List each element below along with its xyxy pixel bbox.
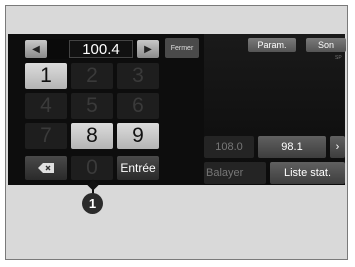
- frequency-bar: ◀ 100.4 ▶: [25, 39, 159, 59]
- callout-number: 1: [82, 193, 103, 214]
- preset-left[interactable]: 108.0: [204, 136, 254, 158]
- chevron-right-icon: ›: [335, 141, 340, 153]
- close-button[interactable]: Fermer: [165, 38, 199, 58]
- key-1[interactable]: 1: [25, 63, 67, 89]
- key-5[interactable]: 5: [71, 93, 113, 119]
- key-3[interactable]: 3: [117, 63, 159, 89]
- params-button[interactable]: Param.: [248, 38, 296, 52]
- preset-more-button[interactable]: ›: [330, 136, 345, 158]
- key-2[interactable]: 2: [71, 63, 113, 89]
- scan-button[interactable]: Balayer: [204, 162, 266, 184]
- key-4[interactable]: 4: [25, 93, 67, 119]
- key-8[interactable]: 8: [71, 123, 113, 149]
- enter-button[interactable]: Entrée: [117, 156, 159, 180]
- preset-middle[interactable]: 98.1: [258, 136, 326, 158]
- backspace-icon: [38, 163, 54, 173]
- right-triangle-icon: ▶: [144, 43, 152, 55]
- backspace-button[interactable]: [25, 156, 67, 180]
- key-0[interactable]: 0: [71, 156, 113, 180]
- tune-up-button[interactable]: ▶: [137, 40, 159, 58]
- sound-button[interactable]: Son: [306, 38, 346, 52]
- station-list-button[interactable]: Liste stat.: [270, 162, 345, 184]
- left-triangle-icon: ◀: [32, 43, 40, 55]
- frequency-display: 100.4: [69, 40, 133, 58]
- top-hint: SP: [335, 55, 342, 61]
- tune-down-button[interactable]: ◀: [25, 40, 47, 58]
- key-9[interactable]: 9: [117, 123, 159, 149]
- key-6[interactable]: 6: [117, 93, 159, 119]
- key-7[interactable]: 7: [25, 123, 67, 149]
